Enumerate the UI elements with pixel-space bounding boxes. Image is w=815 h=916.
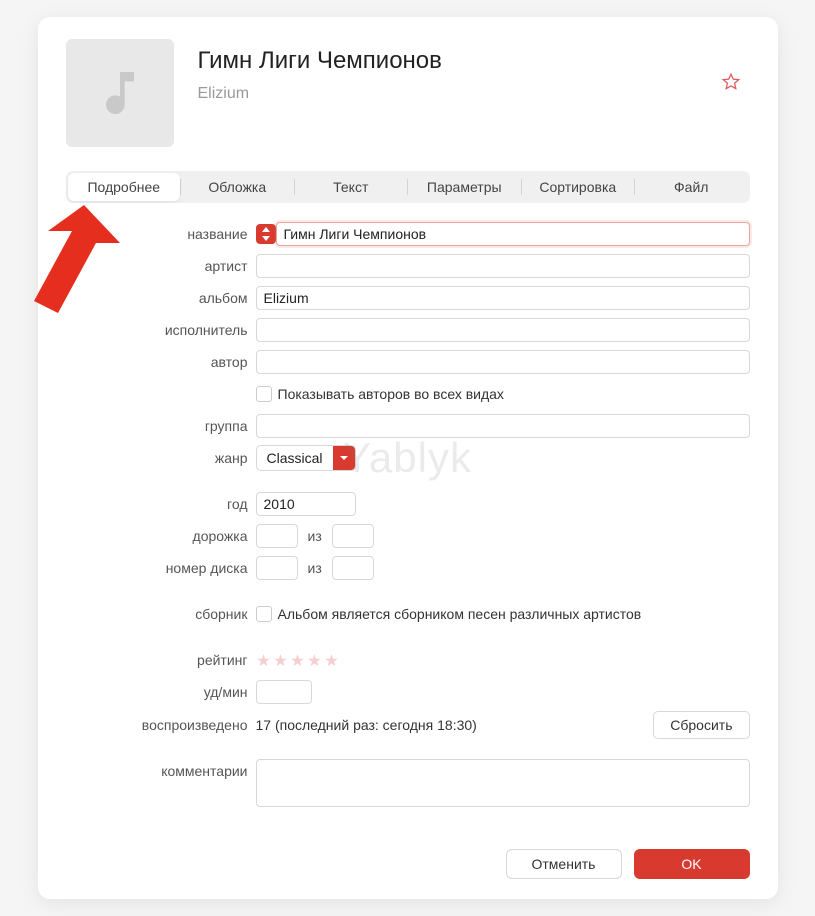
disc-label: номер диска [66, 560, 256, 576]
dialog-footer: Отменить OK [66, 849, 750, 879]
reset-play-count-button[interactable]: Сбросить [653, 711, 749, 739]
name-label: название [66, 226, 256, 242]
song-title: Гимн Лиги Чемпионов [198, 47, 750, 75]
tab-artwork[interactable]: Обложка [181, 173, 294, 201]
tab-sorting[interactable]: Сортировка [522, 173, 635, 201]
tab-bar: Подробнее Обложка Текст Параметры Сортир… [66, 171, 750, 203]
group-input[interactable] [256, 414, 750, 438]
show-authors-label: Показывать авторов во всех видах [278, 386, 504, 402]
show-authors-checkbox[interactable] [256, 386, 272, 402]
compilation-label: сборник [66, 606, 256, 622]
performer-label: исполнитель [66, 322, 256, 338]
performer-input[interactable] [256, 318, 750, 342]
name-field-selector[interactable] [256, 224, 276, 244]
track-label: дорожка [66, 528, 256, 544]
up-down-icon [261, 227, 271, 241]
tab-file[interactable]: Файл [635, 173, 748, 201]
music-note-icon [92, 65, 148, 121]
comments-label: комментарии [66, 759, 256, 779]
tab-options[interactable]: Параметры [408, 173, 521, 201]
compilation-checkbox[interactable] [256, 606, 272, 622]
artist-label: артист [66, 258, 256, 274]
star-icon [256, 653, 271, 668]
genre-select[interactable]: Classical [256, 445, 356, 471]
chevron-down-icon [339, 453, 349, 463]
group-label: группа [66, 418, 256, 434]
star-icon [290, 653, 305, 668]
star-icon [307, 653, 322, 668]
played-value: 17 (последний раз: сегодня 18:30) [256, 717, 477, 733]
played-label: воспроизведено [66, 717, 256, 733]
disc-total-input[interactable] [332, 556, 374, 580]
tab-details[interactable]: Подробнее [68, 173, 181, 201]
author-input[interactable] [256, 350, 750, 374]
track-total-input[interactable] [332, 524, 374, 548]
song-info-dialog: Гимн Лиги Чемпионов Elizium Подробнее Об… [38, 17, 778, 899]
star-icon [273, 653, 288, 668]
year-input[interactable] [256, 492, 356, 516]
rating-label: рейтинг [66, 652, 256, 668]
album-label: альбом [66, 290, 256, 306]
album-input[interactable] [256, 286, 750, 310]
details-form: название артист альбом исполнитель автор [66, 221, 750, 807]
genre-label: жанр [66, 450, 256, 466]
artist-input[interactable] [256, 254, 750, 278]
year-label: год [66, 496, 256, 512]
author-label: автор [66, 354, 256, 370]
ok-button[interactable]: OK [634, 849, 750, 879]
song-artist-subtitle: Elizium [198, 85, 750, 103]
name-input[interactable] [276, 222, 750, 246]
tab-lyrics[interactable]: Текст [295, 173, 408, 201]
star-outline-icon [720, 71, 742, 93]
track-number-input[interactable] [256, 524, 298, 548]
star-icon [324, 653, 339, 668]
track-of-label: из [308, 528, 322, 544]
disc-of-label: из [308, 560, 322, 576]
cancel-button[interactable]: Отменить [506, 849, 622, 879]
compilation-text: Альбом является сборником песен различны… [278, 606, 642, 622]
bpm-label: уд/мин [66, 684, 256, 700]
genre-value: Classical [257, 450, 333, 466]
favorite-button[interactable] [720, 71, 742, 93]
rating-stars[interactable] [256, 653, 339, 668]
comments-input[interactable] [256, 759, 750, 807]
dialog-header: Гимн Лиги Чемпионов Elizium [66, 39, 750, 147]
album-artwork[interactable] [66, 39, 174, 147]
bpm-input[interactable] [256, 680, 312, 704]
disc-number-input[interactable] [256, 556, 298, 580]
